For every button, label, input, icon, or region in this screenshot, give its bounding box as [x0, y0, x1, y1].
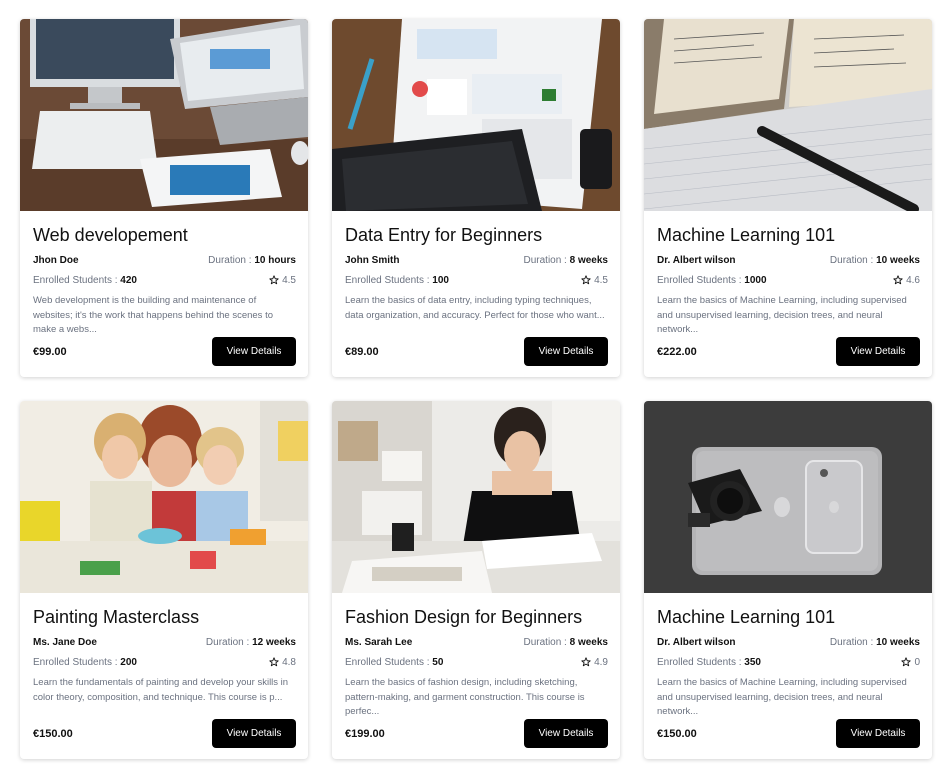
duration-value: 8 weeks: [569, 636, 608, 648]
course-description: Learn the basics of Machine Learning, in…: [657, 677, 907, 717]
course-author: Ms. Jane Doe: [33, 636, 97, 648]
course-rating: 0: [901, 657, 920, 668]
course-description: Learn the basics of Machine Learning, in…: [657, 295, 907, 335]
view-details-button[interactable]: View Details: [524, 719, 608, 748]
course-thumbnail[interactable]: [20, 19, 308, 211]
course-rating: 4.5: [581, 275, 608, 286]
enrolled-value: 1000: [744, 274, 767, 286]
course-thumbnail[interactable]: [332, 19, 620, 211]
course-rating: 4.8: [269, 657, 296, 668]
duration-label: Duration :: [523, 636, 567, 648]
course-author: Dr. Albert wilson: [657, 636, 736, 648]
course-author: Ms. Sarah Lee: [345, 636, 413, 648]
course-card: Machine Learning 101 Dr. Albert wilson D…: [644, 401, 932, 759]
course-duration: Duration : 10 weeks: [830, 255, 920, 266]
course-rating: 4.6: [893, 275, 920, 286]
course-price: €222.00: [657, 345, 697, 358]
view-details-button[interactable]: View Details: [212, 719, 296, 748]
course-card: Machine Learning 101 Dr. Albert wilson D…: [644, 19, 932, 377]
course-thumbnail[interactable]: [644, 19, 932, 211]
course-title[interactable]: Data Entry for Beginners: [345, 211, 608, 244]
enrolled-label: Enrolled Students :: [345, 656, 430, 668]
course-duration: Duration : 8 weeks: [523, 637, 608, 648]
course-card: Web developement Jhon Doe Duration : 10 …: [20, 19, 308, 377]
duration-value: 8 weeks: [569, 254, 608, 266]
course-author: John Smith: [345, 254, 400, 266]
course-title[interactable]: Machine Learning 101: [657, 593, 920, 626]
course-card: Painting Masterclass Ms. Jane Doe Durati…: [20, 401, 308, 759]
course-rating: 4.5: [269, 275, 296, 286]
duration-value: 10 weeks: [876, 636, 920, 648]
duration-value: 12 weeks: [252, 636, 296, 648]
course-enrolled: Enrolled Students : 350: [657, 657, 761, 668]
rating-value: 4.6: [906, 274, 920, 286]
enrolled-label: Enrolled Students :: [345, 274, 430, 286]
course-thumbnail[interactable]: [332, 401, 620, 593]
course-price: €150.00: [33, 727, 73, 740]
duration-label: Duration :: [829, 636, 874, 648]
enrolled-label: Enrolled Students :: [33, 274, 118, 286]
star-icon: [581, 275, 591, 285]
course-enrolled: Enrolled Students : 50: [345, 657, 443, 668]
course-description: Learn the fundamentals of painting and d…: [33, 677, 289, 703]
course-duration: Duration : 10 weeks: [830, 637, 920, 648]
enrolled-label: Enrolled Students :: [33, 656, 118, 668]
duration-value: 10 weeks: [876, 254, 920, 266]
rating-value: 4.5: [594, 274, 608, 286]
course-price: €150.00: [657, 727, 697, 740]
course-thumbnail[interactable]: [644, 401, 932, 593]
star-icon: [269, 275, 279, 285]
star-icon: [269, 657, 279, 667]
course-title[interactable]: Web developement: [33, 211, 296, 244]
enrolled-value: 100: [432, 274, 449, 286]
enrolled-value: 50: [432, 656, 444, 668]
course-thumbnail[interactable]: [20, 401, 308, 593]
course-duration: Duration : 12 weeks: [206, 637, 296, 648]
course-enrolled: Enrolled Students : 200: [33, 657, 137, 668]
course-author: Jhon Doe: [33, 254, 79, 266]
view-details-button[interactable]: View Details: [836, 719, 920, 748]
duration-label: Duration :: [829, 254, 874, 266]
rating-value: 4.8: [282, 656, 296, 668]
course-price: €99.00: [33, 345, 67, 358]
duration-label: Duration :: [523, 254, 567, 266]
star-icon: [581, 657, 591, 667]
rating-value: 4.5: [282, 274, 296, 286]
view-details-button[interactable]: View Details: [212, 337, 296, 366]
enrolled-value: 200: [120, 656, 137, 668]
course-duration: Duration : 8 weeks: [523, 255, 608, 266]
course-description: Learn the basics of fashion design, incl…: [345, 677, 585, 717]
course-rating: 4.9: [581, 657, 608, 668]
course-card: Data Entry for Beginners John Smith Dura…: [332, 19, 620, 377]
course-description: Learn the basics of data entry, includin…: [345, 295, 605, 321]
course-card: Fashion Design for Beginners Ms. Sarah L…: [332, 401, 620, 759]
view-details-button[interactable]: View Details: [836, 337, 920, 366]
duration-label: Duration :: [205, 636, 250, 648]
course-description: Web development is the building and main…: [33, 295, 273, 335]
course-title[interactable]: Fashion Design for Beginners: [345, 593, 608, 626]
rating-value: 0: [914, 656, 920, 668]
duration-value: 10 hours: [254, 254, 296, 266]
course-price: €199.00: [345, 727, 385, 740]
course-enrolled: Enrolled Students : 1000: [657, 275, 767, 286]
course-author: Dr. Albert wilson: [657, 254, 736, 266]
star-icon: [901, 657, 912, 667]
duration-label: Duration :: [208, 254, 252, 266]
course-price: €89.00: [345, 345, 379, 358]
course-enrolled: Enrolled Students : 100: [345, 275, 449, 286]
course-enrolled: Enrolled Students : 420: [33, 275, 137, 286]
star-icon: [893, 275, 903, 285]
course-title[interactable]: Painting Masterclass: [33, 593, 296, 626]
course-grid: Web developement Jhon Doe Duration : 10 …: [0, 0, 952, 769]
enrolled-value: 420: [120, 274, 137, 286]
view-details-button[interactable]: View Details: [524, 337, 608, 366]
enrolled-label: Enrolled Students :: [657, 656, 742, 668]
course-duration: Duration : 10 hours: [208, 255, 296, 266]
course-title[interactable]: Machine Learning 101: [657, 211, 920, 244]
rating-value: 4.9: [594, 656, 608, 668]
enrolled-label: Enrolled Students :: [657, 274, 742, 286]
enrolled-value: 350: [744, 656, 761, 668]
